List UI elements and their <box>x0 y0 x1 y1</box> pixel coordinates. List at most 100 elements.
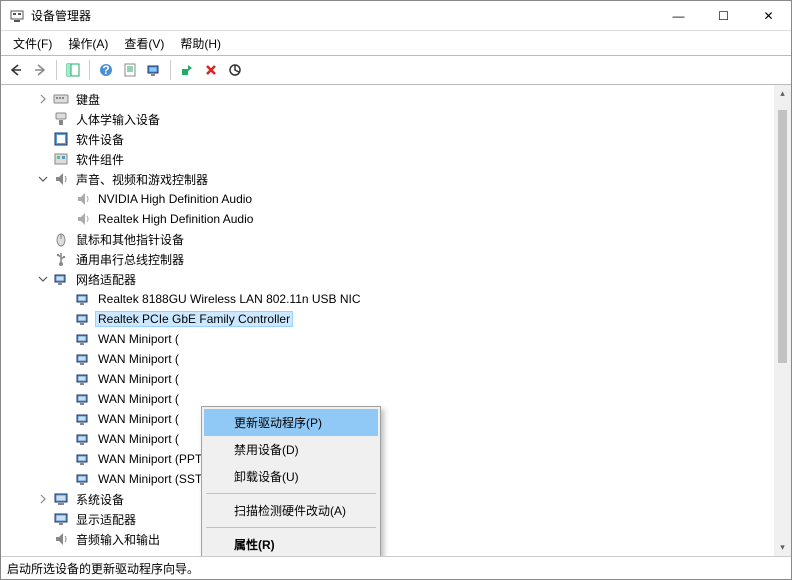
tree-row[interactable]: 音频输入和输出 <box>1 529 791 549</box>
menu-help[interactable]: 帮助(H) <box>172 33 229 54</box>
tree-row[interactable]: 显示适配器 <box>1 509 791 529</box>
svg-text:?: ? <box>102 63 109 77</box>
exp-spacer <box>57 311 73 327</box>
tree-row[interactable]: WAN Miniport ( <box>1 349 791 369</box>
tree-item-label: 显示适配器 <box>73 510 139 529</box>
context-menu-item[interactable]: 更新驱动程序(P) <box>204 409 378 436</box>
expand-icon[interactable] <box>35 491 51 507</box>
scroll-down-button[interactable]: ▾ <box>774 539 791 556</box>
show-hide-tree-button[interactable] <box>62 59 84 81</box>
tree-row[interactable]: WAN Miniport ( <box>1 409 791 429</box>
minimize-button[interactable]: — <box>656 1 701 30</box>
exp-spacer <box>35 151 51 167</box>
tree-row[interactable]: NVIDIA High Definition Audio <box>1 189 791 209</box>
close-button[interactable]: ✕ <box>746 1 791 30</box>
menu-action[interactable]: 操作(A) <box>60 33 116 54</box>
tree-row[interactable]: WAN Miniport ( <box>1 429 791 449</box>
tree-item-label: WAN Miniport ( <box>95 371 182 387</box>
expand-icon[interactable] <box>35 91 51 107</box>
window-buttons: — ☐ ✕ <box>656 1 791 30</box>
uninstall-button[interactable] <box>200 59 222 81</box>
menu-view[interactable]: 查看(V) <box>116 33 172 54</box>
tree-row[interactable]: Realtek PCIe GbE Family Controller <box>1 309 791 329</box>
tree-item-label: 声音、视频和游戏控制器 <box>73 170 211 189</box>
tree-row[interactable]: 系统设备 <box>1 489 791 509</box>
tree-item-label: 音频输入和输出 <box>73 530 163 549</box>
tree-row[interactable]: Realtek High Definition Audio <box>1 209 791 229</box>
collapse-icon[interactable] <box>35 171 51 187</box>
exp-spacer <box>57 211 73 227</box>
tree-item-label: 软件设备 <box>73 130 127 149</box>
forward-button[interactable] <box>29 59 51 81</box>
context-menu-item[interactable]: 属性(R) <box>204 531 378 557</box>
nic-icon <box>75 311 91 327</box>
tree-row[interactable]: 通用串行总线控制器 <box>1 249 791 269</box>
nic-icon <box>75 291 91 307</box>
tree-item-label: WAN Miniport (SSTP) <box>95 471 217 487</box>
exp-spacer <box>57 391 73 407</box>
component-icon <box>53 151 69 167</box>
tree-row[interactable]: 声音、视频和游戏控制器 <box>1 169 791 189</box>
titlebar[interactable]: 设备管理器 — ☐ ✕ <box>1 1 791 31</box>
tree-item-label: 网络适配器 <box>73 270 139 289</box>
display-icon <box>53 511 69 527</box>
scroll-up-button[interactable]: ▴ <box>774 85 791 102</box>
tree-item-label: NVIDIA High Definition Audio <box>95 191 255 207</box>
tree-content[interactable]: 键盘人体学输入设备软件设备软件组件声音、视频和游戏控制器 NVIDIA High … <box>1 85 791 557</box>
tree-row[interactable]: WAN Miniport (PPTP) <box>1 449 791 469</box>
exp-spacer <box>57 451 73 467</box>
window-title: 设备管理器 <box>31 7 656 24</box>
context-menu-item[interactable]: 禁用设备(D) <box>204 436 378 463</box>
update-driver-button[interactable] <box>176 59 198 81</box>
tree-row[interactable]: 鼠标和其他指针设备 <box>1 229 791 249</box>
nic-icon <box>75 471 91 487</box>
collapse-icon[interactable] <box>35 271 51 287</box>
exp-spacer <box>35 251 51 267</box>
scroll-track[interactable] <box>774 102 791 539</box>
tree-row[interactable]: 人体学输入设备 <box>1 109 791 129</box>
tree-row[interactable]: 网络适配器 <box>1 269 791 289</box>
tree-row[interactable]: WAN Miniport ( <box>1 369 791 389</box>
help-button[interactable]: ? <box>95 59 117 81</box>
context-menu-separator <box>206 493 376 494</box>
context-menu-item[interactable]: 扫描检测硬件改动(A) <box>204 497 378 524</box>
system-icon <box>53 491 69 507</box>
scan-hardware-button[interactable] <box>143 59 165 81</box>
hid-icon <box>53 111 69 127</box>
context-menu-item[interactable]: 卸载设备(U) <box>204 463 378 490</box>
mouse-icon <box>53 231 69 247</box>
speaker-icon <box>75 191 91 207</box>
keyboard-icon <box>53 91 69 107</box>
statusbar: 启动所选设备的更新驱动程序向导。 <box>1 557 791 579</box>
network-icon <box>53 271 69 287</box>
exp-spacer <box>57 371 73 387</box>
disable-button[interactable] <box>224 59 246 81</box>
toolbar-sep <box>56 60 57 80</box>
tree-item-label: 鼠标和其他指针设备 <box>73 230 187 249</box>
device-manager-window: 设备管理器 — ☐ ✕ 文件(F) 操作(A) 查看(V) 帮助(H) ? 键盘… <box>0 0 792 580</box>
vertical-scrollbar[interactable]: ▴ ▾ <box>774 85 791 556</box>
tree-item-label: 人体学输入设备 <box>73 110 163 129</box>
nic-icon <box>75 431 91 447</box>
maximize-button[interactable]: ☐ <box>701 1 746 30</box>
exp-spacer <box>35 531 51 547</box>
tree-row[interactable]: 键盘 <box>1 89 791 109</box>
tree-row[interactable]: 软件组件 <box>1 149 791 169</box>
back-button[interactable] <box>5 59 27 81</box>
menubar: 文件(F) 操作(A) 查看(V) 帮助(H) <box>1 31 791 55</box>
tree-item-label: WAN Miniport ( <box>95 351 182 367</box>
tree-item-label: WAN Miniport ( <box>95 331 182 347</box>
nic-icon <box>75 371 91 387</box>
tree-row[interactable]: WAN Miniport ( <box>1 329 791 349</box>
tree-row[interactable]: Realtek 8188GU Wireless LAN 802.11n USB … <box>1 289 791 309</box>
scroll-thumb[interactable] <box>778 110 787 363</box>
exp-spacer <box>57 191 73 207</box>
menu-file[interactable]: 文件(F) <box>5 33 60 54</box>
tree-row[interactable]: WAN Miniport (SSTP) <box>1 469 791 489</box>
context-menu: 更新驱动程序(P)禁用设备(D)卸载设备(U) 扫描检测硬件改动(A) 属性(R) <box>201 406 381 557</box>
context-menu-separator <box>206 527 376 528</box>
tree-row[interactable]: WAN Miniport ( <box>1 389 791 409</box>
tree-row[interactable]: 软件设备 <box>1 129 791 149</box>
tree-item-label: WAN Miniport ( <box>95 411 182 427</box>
properties-button[interactable] <box>119 59 141 81</box>
